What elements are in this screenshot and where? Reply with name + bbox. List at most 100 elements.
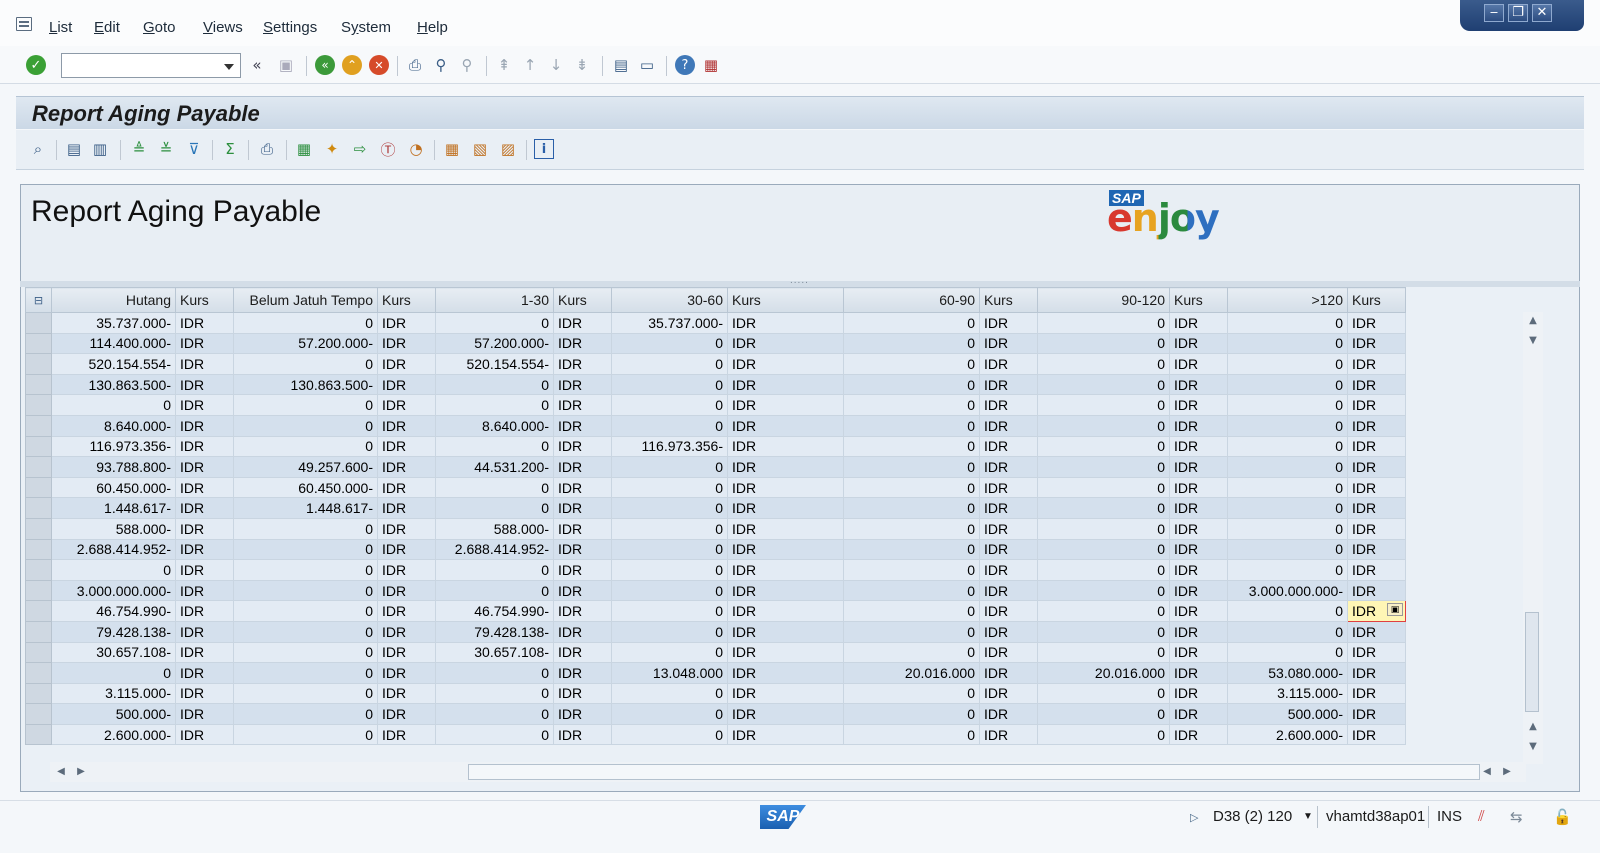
table-cell[interactable]: IDR [727,456,844,478]
table-cell[interactable]: IDR [1169,414,1228,437]
table-cell[interactable]: 0 [843,476,980,499]
menu-goto[interactable]: Goto [143,19,176,36]
page-down-icon[interactable]: ▼ [1524,738,1542,756]
table-cell[interactable]: 0 [1227,497,1348,519]
table-cell[interactable]: IDR [1169,579,1228,602]
table-cell[interactable]: IDR [979,703,1038,725]
table-cell[interactable]: 0 [611,723,728,746]
table-cell[interactable]: IDR [175,517,234,540]
table-cell[interactable]: IDR [377,620,436,643]
table-cell[interactable]: 0 [1037,394,1170,416]
table-cell[interactable]: 0 [51,394,176,416]
print-icon[interactable]: ⎙ [405,55,425,75]
table-cell[interactable]: 0 [435,394,554,416]
table-cell[interactable]: 500.000- [51,703,176,725]
sort-ascending-icon[interactable]: ≜ [129,139,149,159]
table-cell[interactable]: 0 [233,559,378,581]
table-cell[interactable]: IDR [1169,620,1228,643]
table-cell[interactable]: IDR [175,579,234,602]
row-selector[interactable] [25,456,52,478]
table-cell[interactable]: IDR [1347,538,1406,561]
table-cell[interactable]: IDR [175,394,234,416]
row-selector[interactable] [25,414,52,437]
excel-icon[interactable]: ▦ [294,139,314,159]
table-cell[interactable]: 0 [843,641,980,664]
table-cell[interactable]: IDR [1169,703,1228,725]
table-cell[interactable]: 0 [435,723,554,746]
table-cell[interactable]: IDR [1169,456,1228,478]
table-cell[interactable]: IDR [553,394,612,416]
menu-views[interactable]: Views [203,19,243,36]
table-cell[interactable]: 0 [1037,332,1170,355]
table-cell[interactable]: 0 [1037,620,1170,643]
table-cell[interactable]: 13.048.000 [611,662,728,684]
table-cell[interactable]: 0 [435,682,554,705]
table-cell[interactable]: 0 [843,497,980,519]
scroll-right-icon[interactable]: ▶ [72,763,90,781]
column-header[interactable]: Kurs [553,287,612,313]
table-cell[interactable]: 0 [1037,703,1170,725]
table-cell[interactable]: 0 [843,517,980,540]
table-cell[interactable]: 0 [435,497,554,519]
horizontal-scrollbar[interactable]: ◀ ▶ ◀ ▶ [50,762,1526,782]
table-cell[interactable]: IDR [1347,682,1406,705]
table-cell[interactable]: IDR [553,414,612,437]
table-cell[interactable]: 0 [843,435,980,458]
table-cell[interactable]: 49.257.600- [233,456,378,478]
table-cell[interactable]: IDR [727,641,844,664]
table-cell[interactable]: 0 [843,394,980,416]
table-cell[interactable]: IDR [979,497,1038,519]
row-selector[interactable] [25,703,52,725]
table-cell[interactable]: IDR [553,517,612,540]
menu-edit[interactable]: Edit [94,19,120,36]
table-cell[interactable]: IDR [1347,620,1406,643]
table-cell[interactable]: IDR [553,497,612,519]
table-cell[interactable]: IDR [377,353,436,375]
table-cell[interactable]: 0 [611,373,728,396]
table-cell[interactable]: 0 [1227,414,1348,437]
table-cell[interactable]: IDR [377,559,436,581]
next-page-icon[interactable]: ↓ [546,55,566,75]
table-cell[interactable]: 0 [1227,600,1348,622]
table-cell[interactable]: IDR [175,476,234,499]
table-cell[interactable]: IDR [553,353,612,375]
table-cell[interactable]: IDR [1169,517,1228,540]
table-cell[interactable]: 0 [843,620,980,643]
table-cell[interactable]: IDR [727,703,844,725]
table-cell[interactable]: IDR [979,538,1038,561]
table-cell[interactable]: 0 [1037,579,1170,602]
table-cell[interactable]: 57.200.000- [435,332,554,355]
table-cell[interactable]: 0 [233,435,378,458]
table-cell[interactable]: IDR [175,332,234,355]
table-cell[interactable]: IDR [979,600,1038,622]
table-cell[interactable]: 0 [435,476,554,499]
table-cell[interactable]: IDR [553,332,612,355]
table-cell[interactable]: 520.154.554- [51,353,176,375]
table-cell[interactable]: IDR [727,435,844,458]
row-selector[interactable] [25,353,52,375]
table-cell[interactable]: 0 [1227,517,1348,540]
table-cell[interactable]: IDR [175,620,234,643]
table-cell[interactable]: IDR [727,682,844,705]
table-cell[interactable]: IDR [553,456,612,478]
table-cell[interactable]: IDR [175,600,234,622]
table-cell[interactable]: 0 [611,476,728,499]
table-cell[interactable]: IDR [979,394,1038,416]
last-page-icon[interactable]: ⇟ [572,55,592,75]
table-cell[interactable]: 0 [1037,456,1170,478]
table-cell[interactable]: IDR [553,641,612,664]
table-cell[interactable]: IDR [1347,517,1406,540]
table-cell[interactable]: IDR [377,682,436,705]
column-header[interactable]: 30-60 [611,287,728,313]
table-cell[interactable]: 35.737.000- [51,312,176,334]
table-cell[interactable]: IDR [377,538,436,561]
table-cell[interactable]: 0 [1037,476,1170,499]
table-cell[interactable]: 500.000- [1227,703,1348,725]
table-cell[interactable]: 0 [233,414,378,437]
table-cell[interactable]: 0 [1037,538,1170,561]
table-cell[interactable]: IDR [175,703,234,725]
table-cell[interactable]: IDR [377,414,436,437]
table-cell[interactable]: IDR [727,312,844,334]
table-cell[interactable]: 0 [1227,332,1348,355]
column-header[interactable]: 1-30 [435,287,554,313]
